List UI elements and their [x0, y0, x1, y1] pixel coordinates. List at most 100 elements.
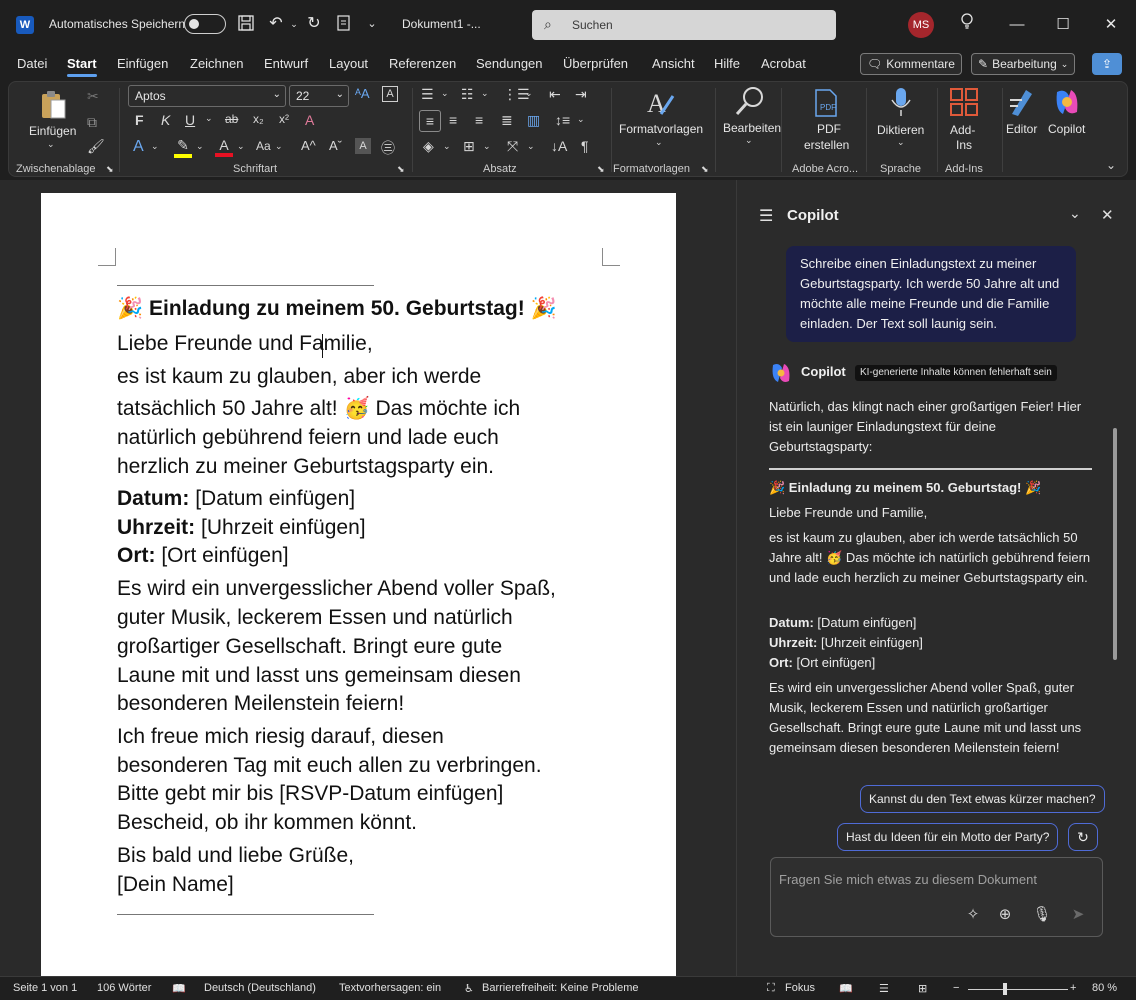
- bold-icon[interactable]: F: [135, 112, 144, 128]
- decrease-indent-icon[interactable]: ⇤: [549, 86, 561, 103]
- font-launcher-icon[interactable]: ⬊: [397, 164, 405, 175]
- copilot-scrollbar[interactable]: [1113, 428, 1117, 660]
- tab-ueberpruefen[interactable]: Überprüfen: [563, 56, 628, 71]
- highlight-dropdown-icon[interactable]: ⌄: [196, 141, 204, 152]
- hamburger-menu-icon[interactable]: ☰: [759, 206, 773, 226]
- suggestion-shorten-button[interactable]: Kannst du den Text etwas kürzer machen?: [860, 785, 1105, 813]
- lightbulb-icon[interactable]: [954, 12, 980, 38]
- align-center-icon[interactable]: ≡: [449, 112, 457, 128]
- borders-icon[interactable]: ⊞: [463, 138, 475, 155]
- clear-format-icon[interactable]: A: [382, 86, 398, 102]
- copy-icon[interactable]: ⧉: [87, 114, 97, 131]
- zoom-slider-thumb[interactable]: [1003, 983, 1007, 995]
- copilot-label[interactable]: Copilot: [1048, 122, 1085, 136]
- copilot-prompt-input[interactable]: Fragen Sie mich etwas zu diesem Dokument…: [770, 857, 1103, 937]
- save-icon[interactable]: [236, 14, 256, 34]
- zoom-out-icon[interactable]: −: [953, 982, 959, 994]
- word-count[interactable]: 106 Wörter: [97, 982, 151, 994]
- shrink-font-icon[interactable]: Aˇ: [329, 138, 342, 153]
- superscript-icon[interactable]: x²: [279, 112, 289, 126]
- suggestion-motto-button[interactable]: Hast du Ideen für ein Motto der Party?: [837, 823, 1059, 851]
- addins-label-1[interactable]: Add-: [950, 123, 975, 137]
- prompt-guide-icon[interactable]: ✧: [962, 904, 984, 926]
- styles-launcher-icon[interactable]: ⬊: [701, 164, 709, 175]
- tab-ansicht[interactable]: Ansicht: [652, 56, 695, 71]
- focus-icon[interactable]: ⛶: [767, 982, 775, 995]
- font-color-icon[interactable]: A: [215, 137, 233, 157]
- tab-referenzen[interactable]: Referenzen: [389, 56, 456, 71]
- tab-start[interactable]: Start: [67, 56, 97, 77]
- page-count[interactable]: Seite 1 von 1: [13, 982, 77, 994]
- align-right-icon[interactable]: ≡: [475, 112, 483, 128]
- paste-label[interactable]: Einfügen: [29, 124, 76, 138]
- read-mode-icon[interactable]: 📖: [839, 982, 853, 995]
- font-size-dropdown[interactable]: 22 ⌄: [289, 85, 349, 107]
- bullets-dropdown-icon[interactable]: ⌄: [441, 88, 449, 99]
- sort-icon[interactable]: ↓A: [551, 138, 567, 154]
- font-name-dropdown[interactable]: Aptos ⌄: [128, 85, 286, 107]
- pdf-create-icon[interactable]: PDF: [812, 88, 846, 122]
- italic-icon[interactable]: K: [161, 112, 170, 128]
- underline-icon[interactable]: U: [185, 112, 195, 128]
- globe-icon[interactable]: ⊕: [994, 904, 1016, 926]
- increase-indent-icon[interactable]: ⇥: [575, 86, 587, 103]
- cut-icon[interactable]: ✂: [87, 88, 99, 105]
- clipboard-launcher-icon[interactable]: ⬊: [106, 164, 114, 175]
- dictate-label[interactable]: Diktieren: [877, 123, 924, 137]
- change-case-icon[interactable]: ᴬA: [355, 86, 370, 101]
- format-painter-icon[interactable]: 🖌: [87, 138, 105, 155]
- focus-mode[interactable]: Fokus: [785, 982, 815, 994]
- search-box[interactable]: ⌕ Suchen: [532, 10, 836, 40]
- comments-button[interactable]: 🗨 Kommentare: [860, 53, 962, 75]
- asian-layout-icon[interactable]: ⤧: [507, 138, 518, 155]
- tab-einfuegen[interactable]: Einfügen: [117, 56, 168, 71]
- columns-icon[interactable]: ▥: [527, 112, 540, 129]
- shading-icon[interactable]: ◈: [423, 138, 434, 155]
- enclosed-character-icon[interactable]: ㊂: [381, 138, 395, 158]
- tab-acrobat[interactable]: Acrobat: [761, 56, 806, 71]
- close-pane-icon[interactable]: ✕: [1101, 206, 1114, 224]
- close-icon[interactable]: ✕: [1098, 12, 1124, 38]
- pdf-label-1[interactable]: PDF: [817, 122, 841, 136]
- undo-icon[interactable]: ↶: [266, 14, 286, 34]
- tab-entwurf[interactable]: Entwurf: [264, 56, 308, 71]
- font-color-dropdown-icon[interactable]: ⌄: [237, 141, 245, 152]
- styles-icon[interactable]: A: [643, 86, 677, 120]
- proofing-icon[interactable]: 📖: [172, 982, 186, 995]
- addins-icon[interactable]: [950, 88, 984, 122]
- tab-zeichnen[interactable]: Zeichnen: [190, 56, 243, 71]
- subscript-icon[interactable]: x₂: [253, 112, 264, 126]
- page-layout-icon[interactable]: [334, 14, 354, 34]
- line-spacing-dropdown-icon[interactable]: ⌄: [577, 114, 585, 125]
- share-button[interactable]: ⇪: [1092, 53, 1122, 75]
- bullets-icon[interactable]: ☰: [421, 86, 434, 103]
- maximize-icon[interactable]: ☐: [1050, 12, 1076, 38]
- highlight-icon[interactable]: ✎: [174, 137, 192, 158]
- justify-icon[interactable]: ≣: [501, 112, 513, 129]
- print-layout-icon[interactable]: ☰: [879, 982, 889, 995]
- customize-toolbar-icon[interactable]: ⌄: [362, 14, 382, 34]
- copilot-icon[interactable]: [1051, 86, 1085, 120]
- paste-dropdown-icon[interactable]: ⌄: [47, 139, 55, 150]
- zoom-slider[interactable]: [968, 989, 1068, 990]
- undo-dropdown-icon[interactable]: ⌄: [284, 14, 304, 34]
- line-spacing-icon[interactable]: ↕≡: [555, 112, 570, 128]
- multilevel-dropdown-icon[interactable]: ⌄: [525, 88, 533, 99]
- align-left-icon[interactable]: ≡: [419, 110, 441, 132]
- text-effects-icon[interactable]: A: [133, 138, 144, 156]
- grow-font-icon[interactable]: A^: [301, 138, 316, 153]
- strikethrough-icon[interactable]: ab: [225, 112, 238, 126]
- find-icon[interactable]: [733, 84, 767, 118]
- asian-layout-dropdown-icon[interactable]: ⌄: [527, 141, 535, 152]
- show-formatting-icon[interactable]: ¶: [581, 138, 589, 154]
- accessibility-status[interactable]: Barrierefreiheit: Keine Probleme: [482, 982, 639, 994]
- document-page[interactable]: 🎉 Einladung zu meinem 50. Geburtstag! 🎉 …: [41, 193, 676, 983]
- redo-icon[interactable]: ↻: [304, 14, 324, 34]
- collapse-ribbon-icon[interactable]: ⌄: [1106, 158, 1116, 172]
- refresh-suggestions-button[interactable]: ↻: [1068, 823, 1098, 851]
- editing-mode-button[interactable]: ✎ Bearbeitung ⌄: [971, 53, 1076, 75]
- styles-dropdown-icon[interactable]: ⌄: [655, 137, 663, 148]
- underline-dropdown-icon[interactable]: ⌄: [205, 113, 213, 124]
- paste-icon[interactable]: [37, 88, 71, 122]
- microphone-icon[interactable]: [888, 86, 922, 120]
